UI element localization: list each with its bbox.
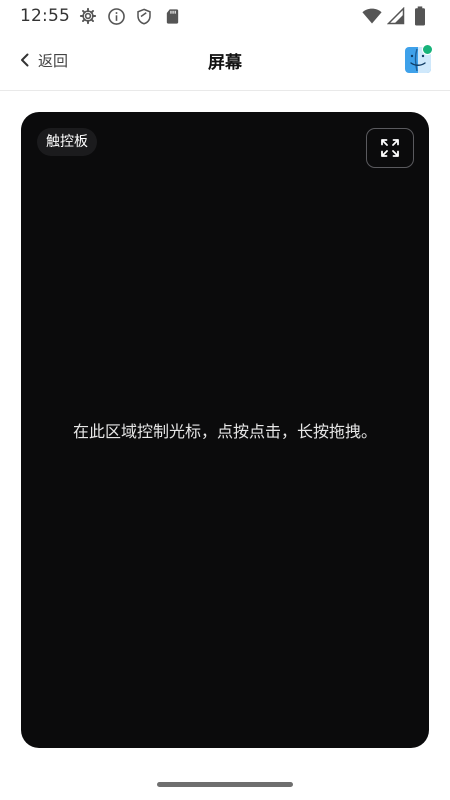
header-bar: 返回 屏幕 <box>0 36 450 84</box>
status-right <box>362 6 430 26</box>
info-icon <box>106 6 126 26</box>
header-divider <box>0 90 450 91</box>
touchpad-area[interactable]: 触控板 在此区域控制光标，点按点击，长按拖拽。 <box>21 112 429 748</box>
touchpad-label: 触控板 <box>37 128 97 156</box>
gesture-navigation-bar[interactable] <box>157 782 293 787</box>
status-bar: 12:55 <box>0 0 450 32</box>
battery-icon <box>410 6 430 26</box>
fullscreen-button[interactable] <box>366 128 414 168</box>
shield-icon <box>134 6 154 26</box>
app-screen: 12:55 返回 屏幕 触控板 在此区域控制光标，点按点击，长按拖拽。 <box>0 0 450 800</box>
wifi-icon <box>362 6 382 26</box>
status-left: 12:55 <box>20 6 182 26</box>
gear-icon <box>78 6 98 26</box>
online-status-dot <box>422 44 433 55</box>
touchpad-hint: 在此区域控制光标，点按点击，长按拖拽。 <box>72 422 377 441</box>
status-time: 12:55 <box>20 6 70 26</box>
sd-card-icon <box>162 6 182 26</box>
signal-icon <box>386 6 406 26</box>
page-title: 屏幕 <box>208 53 242 73</box>
expand-icon <box>380 138 400 158</box>
